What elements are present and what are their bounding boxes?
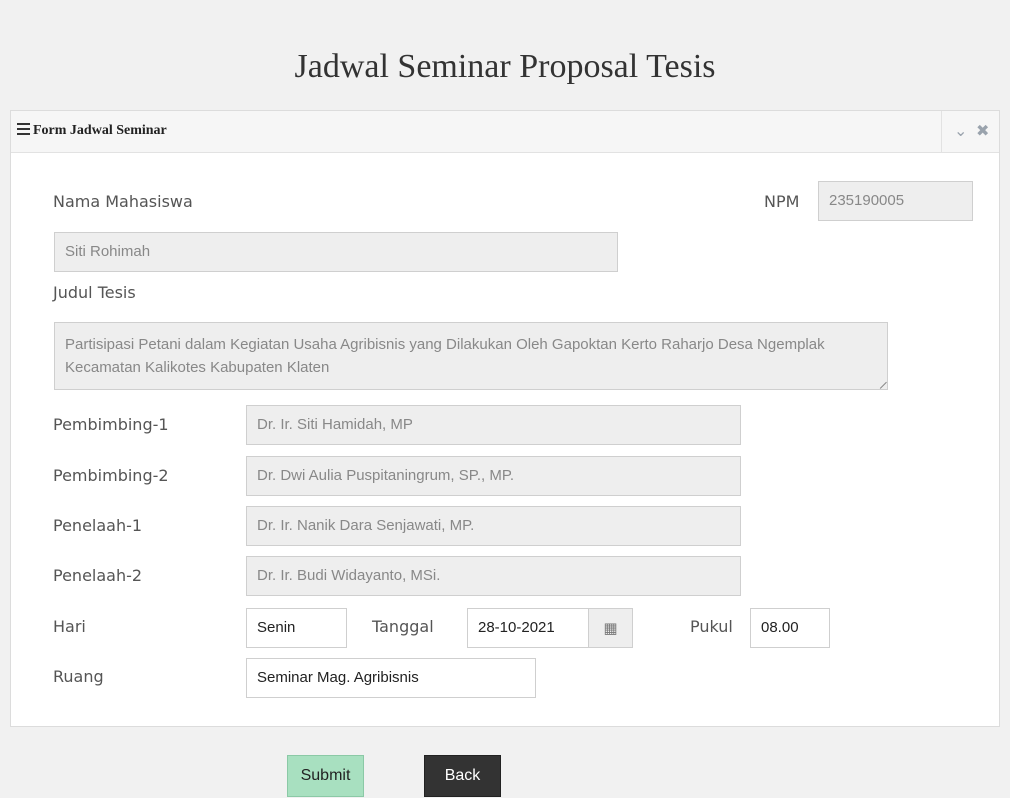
penelaah-2-label: Penelaah-2 <box>53 566 143 585</box>
judul-tesis-text: Partisipasi Petani dalam Kegiatan Usaha … <box>65 336 825 376</box>
hari-field[interactable]: Senin <box>246 608 347 648</box>
ruang-field[interactable]: Seminar Mag. Agribisnis <box>246 658 536 698</box>
pembimbing-2-label: Pembimbing-2 <box>53 466 169 485</box>
hamburger-menu-icon <box>17 123 31 137</box>
resize-handle[interactable] <box>874 376 887 389</box>
tanggal-field[interactable]: 28-10-2021 <box>467 608 589 648</box>
npm-field[interactable]: 235190005 <box>818 181 973 221</box>
panel-title: Form Jadwal Seminar <box>33 123 167 138</box>
pembimbing-1-label: Pembimbing-1 <box>53 415 169 434</box>
npm-label: NPM <box>764 192 800 211</box>
submit-button[interactable]: Submit <box>287 755 364 797</box>
penelaah-2-field[interactable]: Dr. Ir. Budi Widayanto, MSi. <box>246 556 741 596</box>
pembimbing-1-field[interactable]: Dr. Ir. Siti Hamidah, MP <box>246 405 741 445</box>
ruang-label: Ruang <box>53 667 104 686</box>
pukul-label: Pukul <box>690 617 733 636</box>
panel-tools: ⌄ ✖ <box>941 111 999 153</box>
pukul-field[interactable]: 08.00 <box>750 608 830 648</box>
page-title: Jadwal Seminar Proposal Tesis <box>294 48 716 85</box>
back-button[interactable]: Back <box>424 755 501 797</box>
judul-tesis-field[interactable]: Partisipasi Petani dalam Kegiatan Usaha … <box>54 322 888 390</box>
hari-label: Hari <box>53 617 86 636</box>
panel-header: Form Jadwal Seminar ⌄ ✖ <box>11 111 999 153</box>
chevron-down-icon[interactable]: ⌄ <box>954 121 967 140</box>
nama-mahasiswa-field[interactable]: Siti Rohimah <box>54 232 618 272</box>
judul-tesis-label: Judul Tesis <box>53 283 136 302</box>
calendar-icon[interactable]: ▦ <box>589 608 633 648</box>
tanggal-label: Tanggal <box>372 617 434 636</box>
penelaah-1-label: Penelaah-1 <box>53 516 143 535</box>
pembimbing-2-field[interactable]: Dr. Dwi Aulia Puspitaningrum, SP., MP. <box>246 456 741 496</box>
penelaah-1-field[interactable]: Dr. Ir. Nanik Dara Senjawati, MP. <box>246 506 741 546</box>
nama-mahasiswa-label: Nama Mahasiswa <box>53 192 193 211</box>
close-icon[interactable]: ✖ <box>976 121 989 140</box>
